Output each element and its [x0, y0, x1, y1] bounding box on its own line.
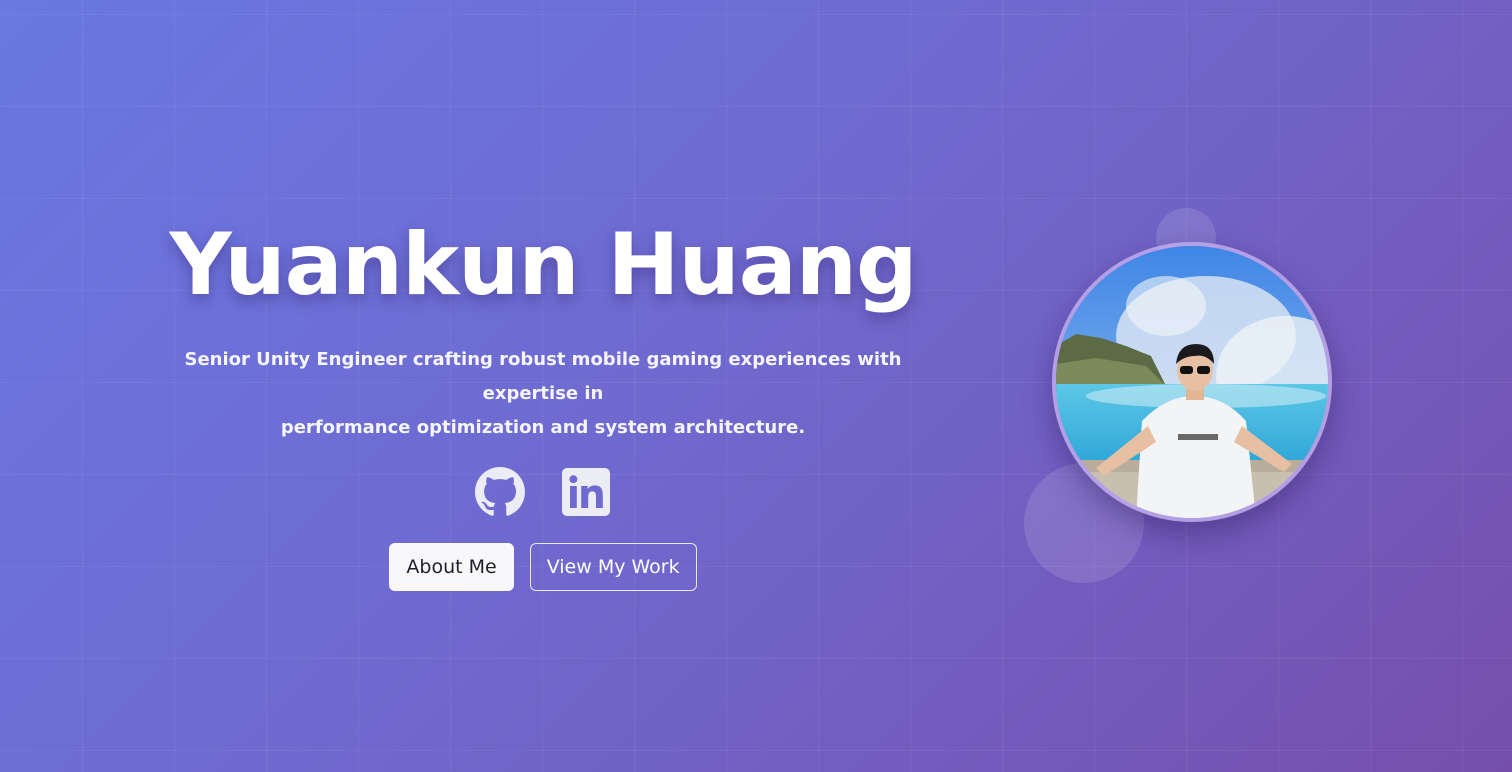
hero-section: Yuankun Huang Senior Unity Engineer craf… [140, 205, 946, 591]
profile-photo-illustration [1056, 246, 1328, 518]
profile-photo [1052, 242, 1332, 522]
github-link[interactable] [474, 466, 526, 518]
hero-tagline: Senior Unity Engineer crafting robust mo… [153, 343, 933, 445]
github-icon [475, 467, 525, 516]
social-links [140, 467, 946, 517]
about-me-button[interactable]: About Me [389, 543, 514, 591]
hero-tagline-line-1: Senior Unity Engineer crafting robust mo… [184, 349, 902, 404]
hero-name: Yuankun Huang [169, 215, 917, 315]
hero-buttons: About Me View My Work [140, 543, 946, 591]
linkedin-link[interactable] [560, 466, 612, 518]
linkedin-icon [562, 468, 610, 516]
hero-tagline-line-2: performance optimization and system arch… [280, 417, 806, 438]
view-my-work-button[interactable]: View My Work [529, 543, 697, 591]
